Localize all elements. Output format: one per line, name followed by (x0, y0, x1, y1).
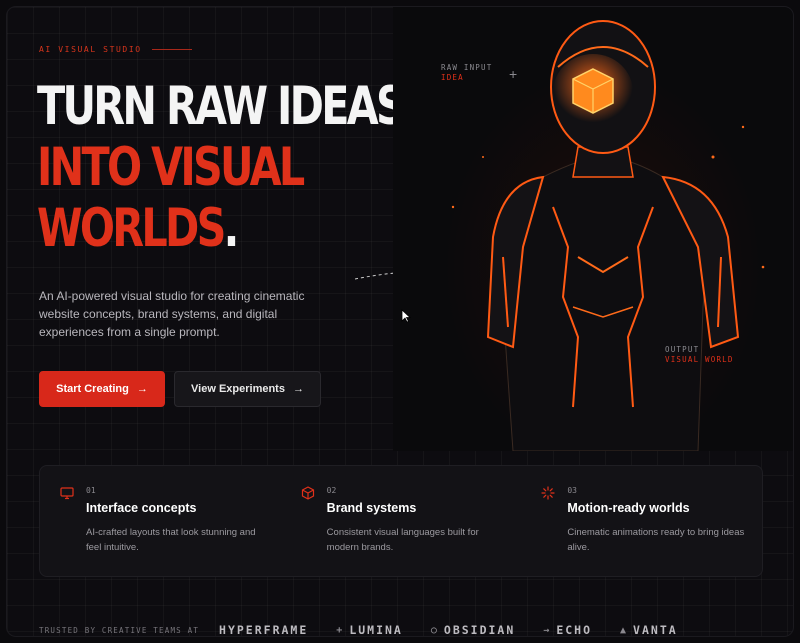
start-creating-button[interactable]: Start Creating → (39, 371, 165, 407)
raw-input-tag: RAW INPUT IDEA (441, 63, 492, 83)
trusted-by-row: TRUSTED BY CREATIVE TEAMS AT HYPERFRAME … (39, 623, 706, 637)
hero-description: An AI-powered visual studio for creating… (39, 289, 305, 339)
eyebrow: AI VISUAL STUDIO (39, 45, 192, 54)
feature-card: 03 Motion-ready worlds Cinematic animati… (521, 466, 762, 576)
arrow-right-icon: → (136, 383, 148, 395)
hero-image: RAW INPUT IDEA + OUTPUT VISUAL WORLD (393, 7, 793, 451)
page-frame: AI VISUAL STUDIO TURN RAW IDEAS INTO VIS… (6, 6, 794, 637)
output-value: VISUAL WORLD (665, 355, 734, 364)
circle-icon: ○ (430, 624, 439, 636)
feature-description: Cinematic animations ready to bring idea… (567, 527, 745, 553)
brand-logo-lumina: + LUMINA (336, 623, 403, 637)
connector-line (355, 272, 395, 280)
start-creating-label: Start Creating (56, 383, 129, 395)
feature-number: 02 (326, 486, 337, 495)
triangle-icon: ▲ (620, 624, 629, 636)
headline-word-worlds: WORLDS (37, 198, 226, 259)
brand-name: OBSIDIAN (443, 623, 516, 637)
headline-line-1: TURN RAW IDEAS (37, 76, 406, 137)
raw-input-value: IDEA (441, 73, 464, 82)
brand-name: LUMINA (349, 623, 403, 637)
feature-number: 01 (86, 486, 96, 495)
brand-name: VANTA (633, 623, 678, 637)
feature-number: 03 (567, 486, 577, 495)
mouse-cursor-icon (401, 309, 411, 323)
brand-logo-hyperframe: HYPERFRAME (219, 623, 309, 637)
view-experiments-button[interactable]: View Experiments → (174, 371, 321, 407)
arrow-right-icon: → (292, 383, 304, 395)
crosshair-icon: + (509, 66, 518, 82)
headline-dot: . (223, 198, 240, 259)
trusted-by-label: TRUSTED BY CREATIVE TEAMS AT (39, 625, 200, 635)
headline-line-3: WORLDS. (37, 198, 240, 259)
eyebrow-line (151, 49, 192, 50)
eyebrow-label: AI VISUAL STUDIO (39, 45, 142, 54)
feature-title: Brand systems (326, 501, 417, 515)
arrow-icon: → (543, 624, 552, 636)
feature-title: Motion-ready worlds (567, 501, 690, 515)
plus-icon: + (336, 624, 345, 636)
brand-name: ECHO (556, 623, 593, 637)
brand-logo-echo: → ECHO (543, 623, 593, 637)
feature-card: 02 Brand systems Consistent visual langu… (281, 466, 522, 576)
brand-logo-vanta: ▲ VANTA (620, 623, 678, 637)
feature-description: AI-crafted layouts that look stunning an… (86, 527, 256, 553)
output-label: OUTPUT (665, 345, 700, 354)
monitor-icon (60, 487, 74, 500)
headline-line-2: INTO VISUAL (37, 137, 305, 198)
feature-description: Consistent visual languages built for mo… (326, 527, 479, 553)
feature-card: 01 Interface concepts AI-crafted layouts… (40, 466, 281, 576)
sparkle-icon (541, 486, 555, 500)
feature-title: Interface concepts (86, 501, 197, 515)
output-tag: OUTPUT VISUAL WORLD (665, 345, 734, 365)
brand-logo-obsidian: ○ OBSIDIAN (430, 623, 516, 637)
view-experiments-label: View Experiments (191, 383, 285, 395)
raw-input-label: RAW INPUT (441, 63, 493, 72)
features-panel: 01 Interface concepts AI-crafted layouts… (39, 465, 763, 577)
cube-icon (301, 486, 314, 500)
brand-name: HYPERFRAME (219, 623, 309, 637)
